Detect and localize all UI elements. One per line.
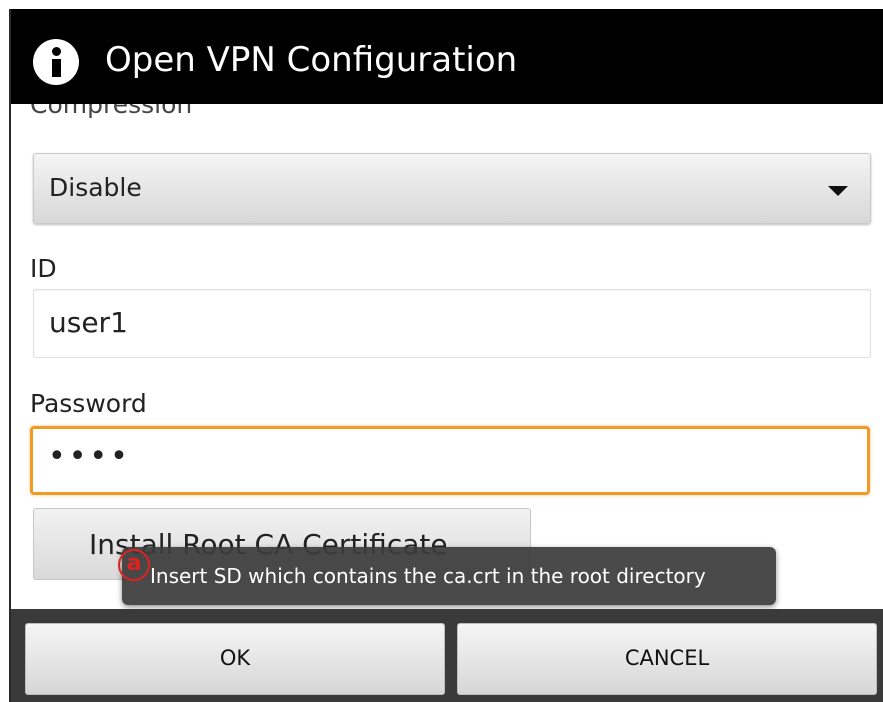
compression-label: Compression bbox=[30, 104, 193, 119]
toast-message: Insert SD which contains the ca.crt in t… bbox=[122, 547, 776, 605]
dialog-title: Open VPN Configuration bbox=[105, 40, 518, 80]
dialog-button-bar: OK CANCEL bbox=[11, 609, 883, 702]
id-field-value: user1 bbox=[49, 306, 128, 339]
toast-text: Insert SD which contains the ca.crt in t… bbox=[150, 564, 706, 588]
dropdown-arrow-icon bbox=[828, 186, 848, 196]
id-field[interactable]: user1 bbox=[33, 289, 871, 358]
id-label: ID bbox=[30, 254, 57, 283]
info-icon bbox=[33, 39, 79, 85]
info-icon-dot bbox=[52, 47, 61, 56]
info-icon-stem bbox=[52, 59, 61, 77]
cancel-button-label: CANCEL bbox=[624, 646, 710, 670]
compression-selected-value: Disable bbox=[49, 173, 142, 202]
compression-select[interactable]: Disable bbox=[33, 153, 871, 224]
password-label: Password bbox=[30, 389, 147, 418]
vpn-configuration-dialog: Open VPN Configuration Compression Disab… bbox=[9, 9, 883, 702]
cancel-button[interactable]: CANCEL bbox=[457, 623, 877, 695]
dialog-title-bar: Open VPN Configuration bbox=[11, 9, 883, 104]
ok-button-label: OK bbox=[219, 646, 251, 670]
password-field[interactable]: •••• bbox=[30, 426, 870, 495]
dialog-content[interactable]: Compression Disable ID user1 Password ••… bbox=[11, 104, 883, 609]
password-field-value: •••• bbox=[48, 439, 131, 474]
ok-button[interactable]: OK bbox=[25, 623, 445, 695]
annotation-marker: a bbox=[118, 549, 150, 581]
